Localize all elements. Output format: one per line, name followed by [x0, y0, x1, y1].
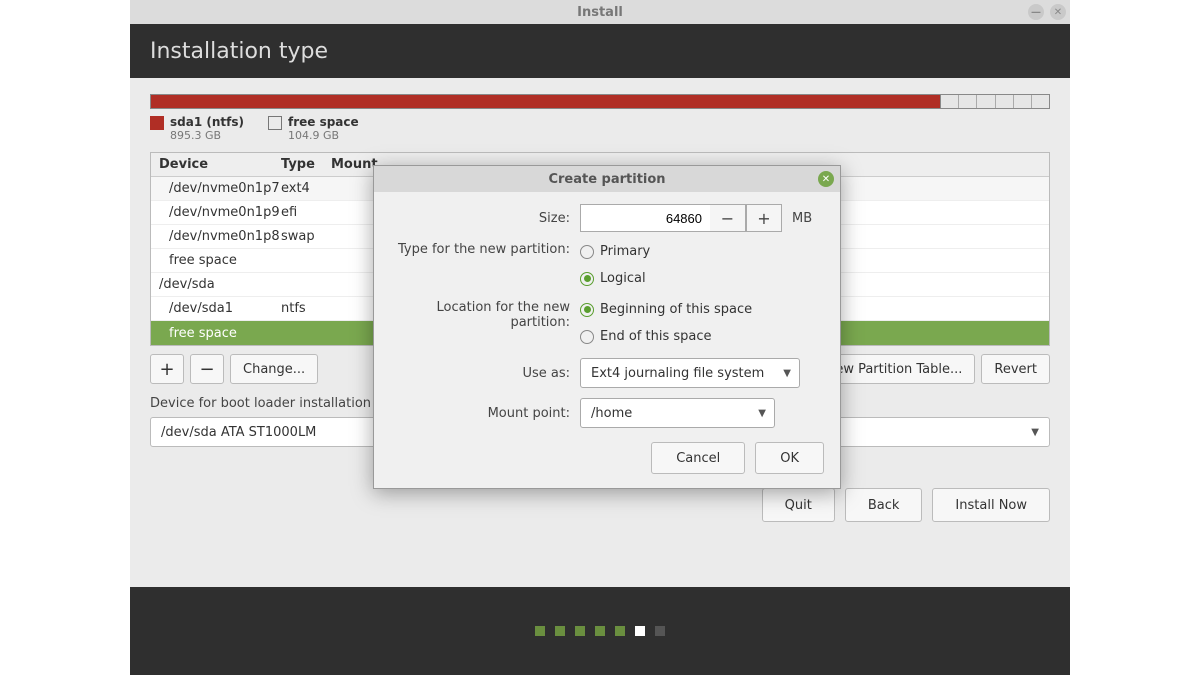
mountpoint-select[interactable]: /home ▼: [580, 398, 775, 428]
radio-label: Primary: [600, 244, 650, 259]
type-label: Type for the new partition:: [390, 242, 580, 257]
chevron-down-icon: ▼: [758, 408, 766, 419]
size-unit: MB: [792, 211, 812, 226]
radio-label: Logical: [600, 271, 646, 286]
chevron-down-icon: ▼: [783, 368, 791, 379]
size-spinbox: − +: [580, 204, 782, 232]
cancel-button[interactable]: Cancel: [651, 442, 745, 474]
mountpoint-value: /home: [591, 406, 632, 421]
size-label: Size:: [390, 211, 580, 226]
radio-icon: [580, 330, 594, 344]
dialog-title: Create partition: [548, 172, 665, 187]
useas-value: Ext4 journaling file system: [591, 366, 764, 381]
dialog-titlebar: Create partition ✕: [374, 166, 840, 192]
size-input[interactable]: [580, 204, 710, 232]
location-label: Location for the new partition:: [390, 300, 580, 330]
useas-label: Use as:: [390, 366, 580, 381]
dialog-close-icon[interactable]: ✕: [818, 171, 834, 187]
size-increment-button[interactable]: +: [746, 204, 782, 232]
radio-label: End of this space: [600, 329, 712, 344]
radio-primary[interactable]: Primary: [580, 244, 824, 259]
mountpoint-label: Mount point:: [390, 406, 580, 421]
radio-logical[interactable]: Logical: [580, 271, 824, 286]
modal-overlay: Create partition ✕ Size: − + MB: [130, 0, 1070, 675]
radio-location-begin[interactable]: Beginning of this space: [580, 302, 824, 317]
useas-select[interactable]: Ext4 journaling file system ▼: [580, 358, 800, 388]
radio-label: Beginning of this space: [600, 302, 752, 317]
radio-icon: [580, 245, 594, 259]
ok-button[interactable]: OK: [755, 442, 824, 474]
radio-location-end[interactable]: End of this space: [580, 329, 824, 344]
radio-icon: [580, 303, 594, 317]
size-decrement-button[interactable]: −: [710, 204, 746, 232]
installer-window: Install — ✕ Installation type sda1 (ntfs…: [130, 0, 1070, 675]
create-partition-dialog: Create partition ✕ Size: − + MB: [373, 165, 841, 489]
radio-icon: [580, 272, 594, 286]
